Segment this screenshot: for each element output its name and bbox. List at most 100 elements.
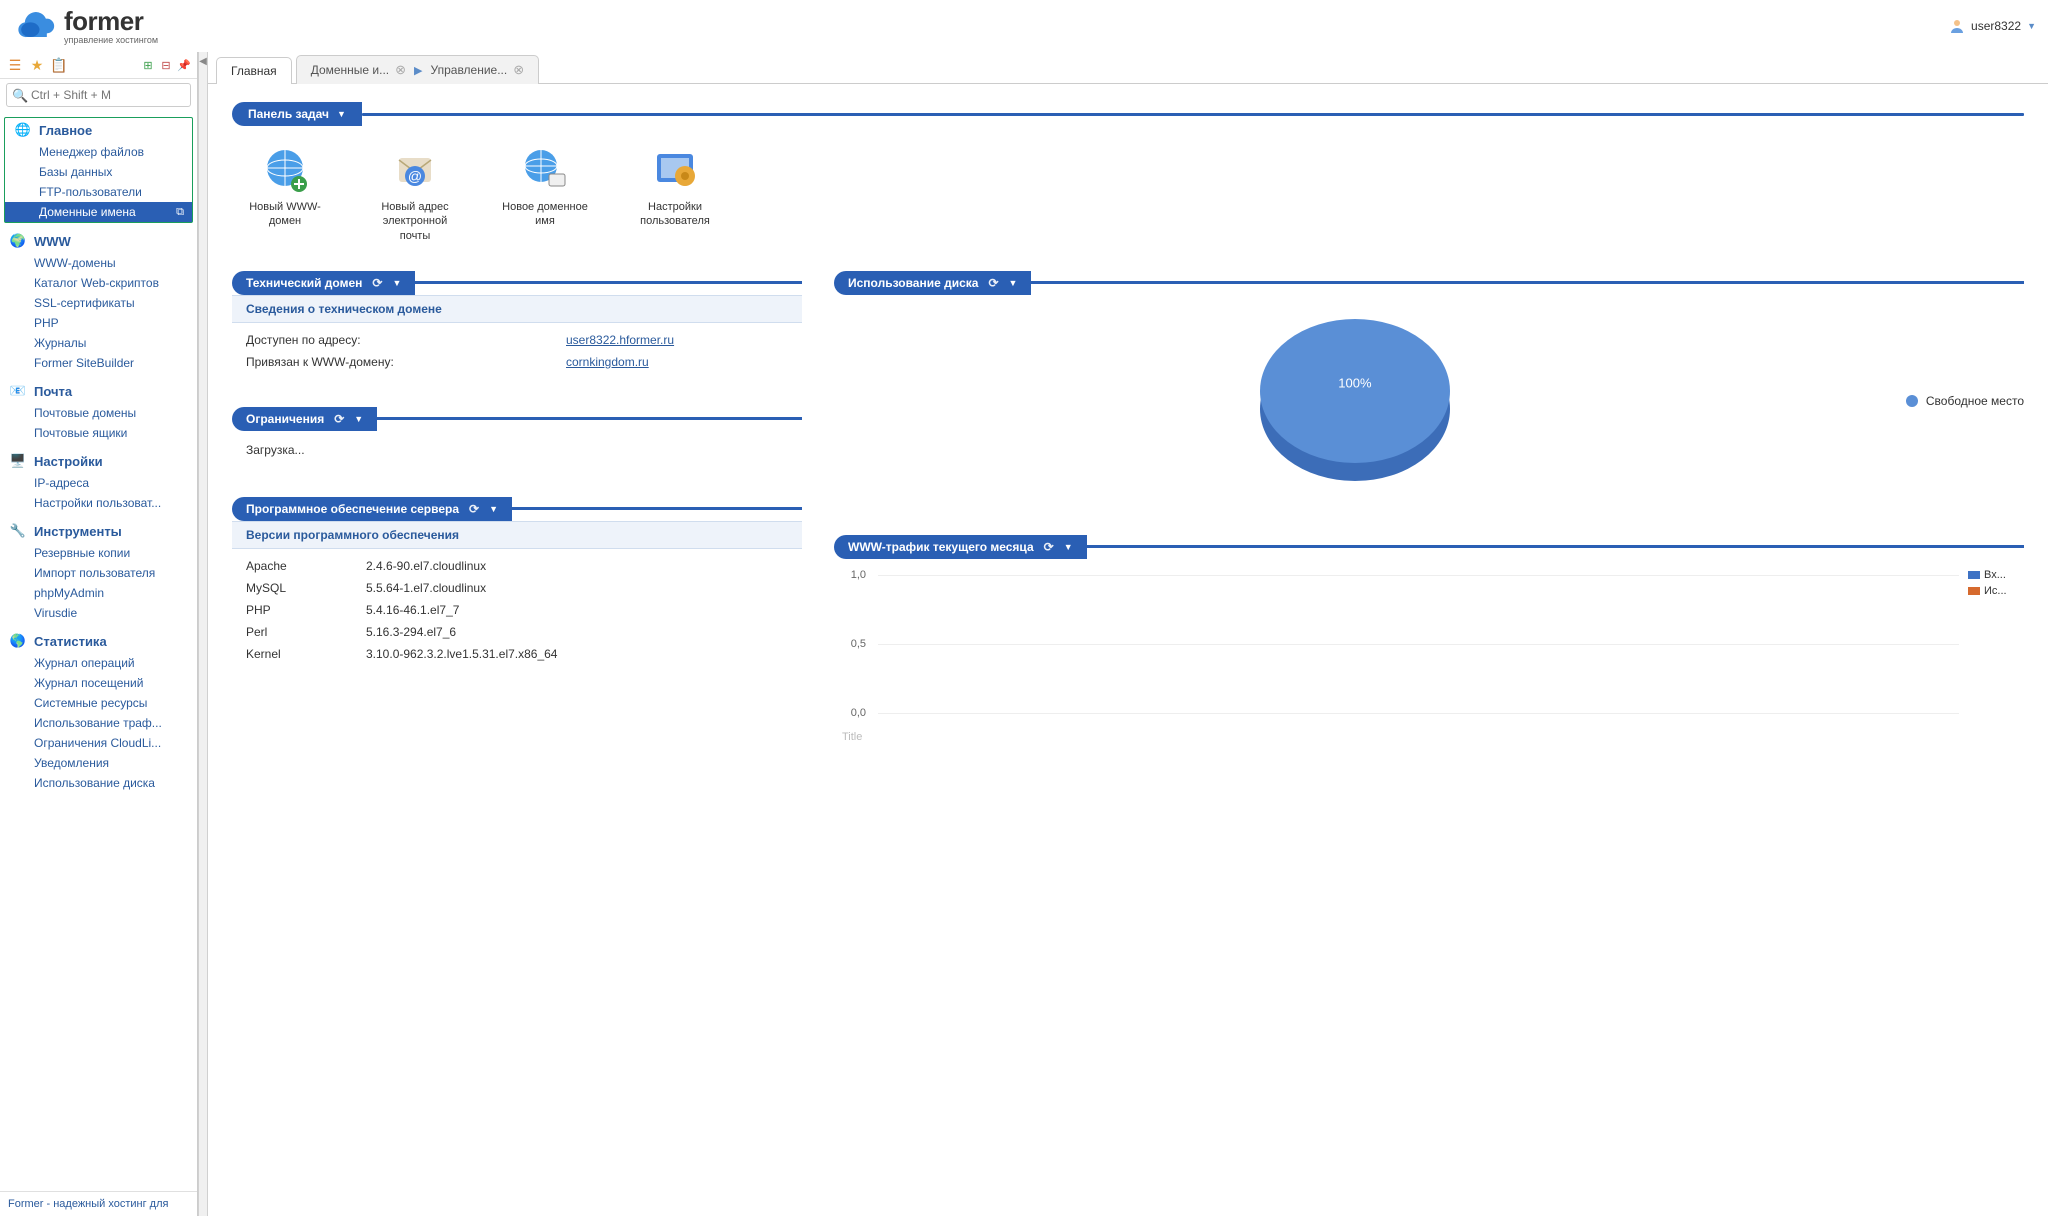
nav-group-header[interactable]: 🌍WWW	[0, 229, 197, 253]
refresh-icon[interactable]: ⟳	[469, 502, 479, 516]
nav-item[interactable]: WWW-домены	[0, 253, 197, 273]
collapse-all-icon[interactable]: ⊟	[159, 58, 173, 72]
tech-domain-header[interactable]: Технический домен ⟳ ▼	[232, 271, 415, 295]
tree-icon[interactable]: ☰	[6, 56, 24, 74]
nav-group-header[interactable]: 🌐Главное	[5, 118, 192, 142]
quick-action[interactable]: @Новый адрес электронной почты	[370, 146, 460, 243]
card-limits: Ограничения ⟳ ▼ Загрузка...	[232, 407, 802, 469]
sidebar: ☰ ★ 📋 ⊞ ⊟ 📌 🔍 🌐ГлавноеМенеджер файловБаз…	[0, 52, 198, 1216]
nav-item[interactable]: Менеджер файлов	[5, 142, 192, 162]
nav-item[interactable]: Доменные имена⧉	[5, 202, 192, 222]
limits-title: Ограничения	[246, 412, 324, 426]
close-icon[interactable]: ⊗	[513, 62, 524, 78]
software-header[interactable]: Программное обеспечение сервера ⟳ ▼	[232, 497, 512, 521]
link[interactable]: cornkingdom.ru	[566, 355, 649, 369]
disk-header[interactable]: Использование диска ⟳ ▼	[834, 271, 1031, 295]
nav-item[interactable]: Virusdie	[0, 603, 197, 623]
nav-item[interactable]: Журнал операций	[0, 653, 197, 673]
nav-group: 🌍WWWWWW-доменыКаталог Web-скриптовSSL-се…	[0, 229, 197, 373]
user-menu[interactable]: user8322 ▼	[1949, 18, 2036, 34]
legend-swatch	[1906, 395, 1918, 407]
pin-icon[interactable]: 📌	[177, 58, 191, 72]
quick-action[interactable]: Новый WWW-домен	[240, 146, 330, 243]
y-tick: 0,5	[834, 638, 866, 650]
stats-icon: 🌎	[10, 633, 26, 649]
caret-down-icon[interactable]: ▼	[1009, 278, 1018, 288]
nav-item[interactable]: IP-адреса	[0, 473, 197, 493]
search-input[interactable]	[6, 83, 191, 107]
caret-down-icon[interactable]: ▼	[354, 414, 363, 424]
globe-icon: 🌐	[15, 122, 31, 138]
nav-item[interactable]: Настройки пользоват...	[0, 493, 197, 513]
close-icon[interactable]: ⊗	[395, 62, 406, 78]
nav-item[interactable]: PHP	[0, 313, 197, 333]
chevron-right-icon: ▶	[414, 64, 422, 77]
nav-item[interactable]: Журналы	[0, 333, 197, 353]
nav-item[interactable]: Импорт пользователя	[0, 563, 197, 583]
kv-value: cornkingdom.ru	[566, 355, 649, 369]
caret-down-icon: ▼	[2027, 21, 2036, 31]
caret-down-icon[interactable]: ▼	[1064, 542, 1073, 552]
limits-header[interactable]: Ограничения ⟳ ▼	[232, 407, 377, 431]
sw-name: Perl	[246, 621, 366, 643]
task-panel-toggle[interactable]: Панель задач ▼	[232, 102, 362, 126]
quick-action[interactable]: Настройки пользователя	[630, 146, 720, 243]
nav-item[interactable]: Каталог Web-скриптов	[0, 273, 197, 293]
y-tick: 1,0	[834, 569, 866, 581]
kv-key: Доступен по адресу:	[246, 333, 566, 347]
divider	[512, 507, 802, 510]
refresh-icon[interactable]: ⟳	[1044, 540, 1054, 554]
nav-item[interactable]: Резервные копии	[0, 543, 197, 563]
kv-row: Доступен по адресу:user8322.hformer.ru	[246, 329, 788, 351]
nav-item[interactable]: Журнал посещений	[0, 673, 197, 693]
software-title: Программное обеспечение сервера	[246, 502, 459, 516]
traffic-header[interactable]: WWW-трафик текущего месяца ⟳ ▼	[834, 535, 1087, 559]
table-row: Apache2.4.6-90.el7.cloudlinux	[246, 555, 788, 577]
nav-group-header[interactable]: 🖥️Настройки	[0, 449, 197, 473]
caret-down-icon[interactable]: ▼	[392, 278, 401, 288]
task-panel-label: Панель задач	[248, 107, 329, 121]
tech-domain-subtitle: Сведения о техническом домене	[232, 295, 802, 323]
traffic-title: WWW-трафик текущего месяца	[848, 540, 1034, 554]
nav-group-header[interactable]: 📧Почта	[0, 379, 197, 403]
nav-item[interactable]: FTP-пользователи	[5, 182, 192, 202]
nav-item[interactable]: Почтовые домены	[0, 403, 197, 423]
nav-item-label: Доменные имена	[39, 205, 136, 219]
nav-group-title: Почта	[34, 384, 72, 399]
refresh-icon[interactable]: ⟳	[334, 412, 344, 426]
software-table: Apache2.4.6-90.el7.cloudlinuxMySQL5.5.64…	[246, 555, 788, 665]
refresh-icon[interactable]: ⟳	[372, 276, 382, 290]
divider	[362, 113, 2024, 116]
quick-action[interactable]: Новое доменное имя	[500, 146, 590, 243]
nav-item[interactable]: Системные ресурсы	[0, 693, 197, 713]
nav-item[interactable]: phpMyAdmin	[0, 583, 197, 603]
tab[interactable]: Доменные и...⊗▶Управление...⊗	[296, 55, 539, 84]
caret-down-icon[interactable]: ▼	[489, 504, 498, 514]
splitter[interactable]: ◀	[198, 52, 208, 1216]
nav-item[interactable]: Использование траф...	[0, 713, 197, 733]
nav-item[interactable]: Почтовые ящики	[0, 423, 197, 443]
table-row: MySQL5.5.64-1.el7.cloudlinux	[246, 577, 788, 599]
nav-group-title: Настройки	[34, 454, 103, 469]
tab-crumb: Доменные и...	[311, 63, 389, 77]
nav-group-header[interactable]: 🔧Инструменты	[0, 519, 197, 543]
quick-action-label: Новое доменное имя	[500, 200, 590, 229]
nav-item[interactable]: SSL-сертификаты	[0, 293, 197, 313]
disk-pie-chart: 100%	[1250, 311, 1460, 491]
nav-item[interactable]: Базы данных	[5, 162, 192, 182]
refresh-icon[interactable]: ⟳	[988, 276, 998, 290]
nav-item[interactable]: Уведомления	[0, 753, 197, 773]
link[interactable]: user8322.hformer.ru	[566, 333, 674, 347]
quick-action-label: Новый WWW-домен	[240, 200, 330, 229]
legend-label: Вх...	[1984, 569, 2006, 581]
globe-plus-icon	[261, 146, 309, 194]
clipboard-icon[interactable]: 📋	[50, 56, 68, 74]
tab[interactable]: Главная	[216, 57, 292, 84]
nav-item[interactable]: Использование диска	[0, 773, 197, 793]
disk-title: Использование диска	[848, 276, 978, 290]
nav-group-header[interactable]: 🌎Статистика	[0, 629, 197, 653]
star-icon[interactable]: ★	[28, 56, 46, 74]
nav-item[interactable]: Ограничения CloudLi...	[0, 733, 197, 753]
expand-all-icon[interactable]: ⊞	[141, 58, 155, 72]
nav-item[interactable]: Former SiteBuilder	[0, 353, 197, 373]
